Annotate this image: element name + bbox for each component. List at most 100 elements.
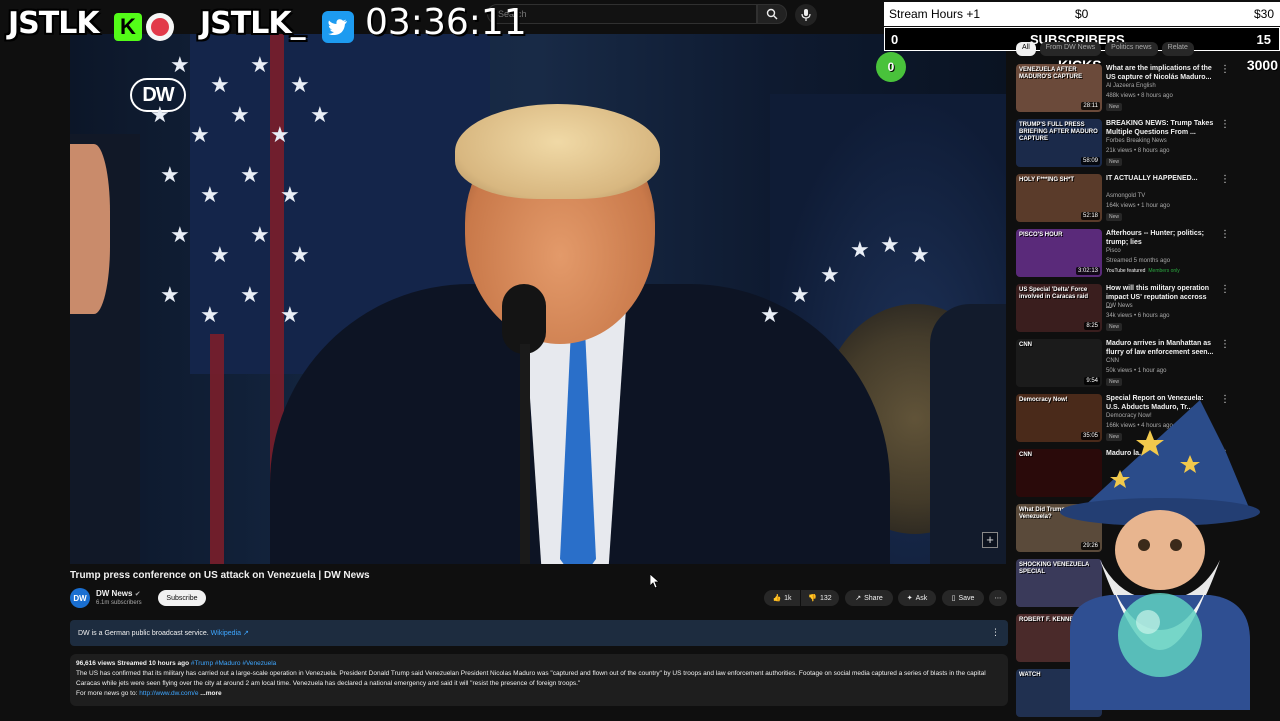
thumbnail-text: US Special 'Delta' Force involved in Car… — [1019, 287, 1089, 300]
recommendation-channel: DW News — [1106, 303, 1133, 309]
flag-star-icon: ★ — [910, 242, 930, 267]
flag-star-icon: ★ — [250, 52, 270, 77]
wizard-avatar — [1060, 400, 1260, 710]
channel-name-text[interactable]: DW News — [96, 589, 132, 598]
info-panel-text: DW is a German public broadcast service.… — [78, 630, 249, 637]
kebab-icon[interactable]: ⋮ — [1220, 174, 1230, 185]
like-count: 1k — [784, 594, 792, 602]
recommendation-badge: New — [1106, 213, 1123, 221]
video-thumbnail[interactable]: PISCO'S HOUR 3:02:13 — [1016, 229, 1102, 277]
dw-link[interactable]: http://www.dw.com/e — [139, 690, 198, 697]
recommendation-meta: 164k views • 1 hour ago — [1106, 203, 1170, 209]
wikipedia-link[interactable]: Wikipedia — [211, 630, 241, 637]
search-button[interactable] — [757, 4, 787, 24]
video-thumbnail[interactable]: US Special 'Delta' Force involved in Car… — [1016, 284, 1102, 332]
recommendation-channel: Asmongold TV — [1106, 193, 1146, 199]
twitter-icon — [322, 11, 354, 43]
flag-star-icon: ★ — [280, 182, 300, 207]
search-input[interactable]: Search — [487, 4, 757, 24]
subscribers-current: 0 — [891, 32, 899, 47]
share-icon: ↗ — [855, 595, 862, 602]
chip-related[interactable]: Relate — [1161, 42, 1194, 56]
save-button[interactable]: ▯ Save — [942, 590, 984, 606]
voice-search-button[interactable] — [795, 4, 817, 26]
kicks-current: 0 — [876, 52, 906, 82]
like-button[interactable]: 👍 1k — [764, 590, 800, 606]
description-more-news: For more news go to: http://www.dw.com/e… — [76, 690, 222, 697]
recommendation-item[interactable]: VENEZUELA AFTER MADURO'S CAPTURE 28:11 Wha… — [1016, 64, 1280, 116]
recommendation-item[interactable]: CNN 9:54 Maduro arrives in Manhattan as fl… — [1016, 339, 1280, 391]
ask-button[interactable]: ✦ Ask — [898, 590, 936, 606]
description-meta: 96,616 views Streamed 10 hours ago #Trum… — [76, 660, 277, 667]
chip-from-dw-news[interactable]: From DW News — [1039, 42, 1102, 56]
badge-label: New — [1109, 214, 1120, 220]
sparkle-icon: ✦ — [906, 595, 913, 602]
description-tags[interactable]: #Trump #Maduro #Venezuela — [191, 660, 276, 667]
flag-star-icon: ★ — [210, 242, 230, 267]
thumbs-down-icon: 👎 — [808, 595, 818, 602]
video-player[interactable]: DW + ★ ★ ★ ★ ★ ★ ★ ★ ★ ★ ★ ★ ★ ★ ★ ★ ★ ★ ★ ★ ★ ★ ★ ★ ★ ★ ★ — [70, 34, 1006, 564]
share-label: Share — [864, 594, 883, 602]
video-thumbnail[interactable]: HOLY F***ING SH*T 52:18 — [1016, 174, 1102, 222]
thumbnail-text: HOLY F***ING SH*T — [1019, 177, 1075, 183]
recommendation-item[interactable]: PISCO'S HOUR 3:02:13 Afterhours -- Hunter;… — [1016, 229, 1280, 281]
video-thumbnail[interactable]: CNN 9:54 — [1016, 339, 1102, 387]
show-more-button[interactable]: ...more — [200, 690, 221, 697]
share-button[interactable]: ↗ Share — [845, 590, 893, 606]
stream-hours-mid: $0 — [1075, 7, 1089, 21]
flag-star-icon: ★ — [210, 72, 230, 97]
ask-label: Ask — [915, 594, 928, 602]
chip-all[interactable]: All — [1016, 42, 1036, 56]
kebab-icon[interactable]: ⋮ — [1220, 284, 1230, 295]
recommendation-item[interactable]: US Special 'Delta' Force involved in Car… — [1016, 284, 1280, 336]
flag-star-icon: ★ — [190, 122, 210, 147]
microphone-icon — [801, 9, 811, 21]
channel-subscribers: 6.1m subscribers — [96, 600, 142, 606]
video-thumbnail[interactable]: VENEZUELA AFTER MADURO'S CAPTURE 28:11 — [1016, 64, 1102, 112]
filter-chips: All From DW News Politics news Relate — [1016, 42, 1226, 56]
recommendation-badge: New — [1106, 103, 1123, 111]
badge-label: New — [1109, 324, 1120, 330]
recommendation-badge: YouTube featured Members only — [1106, 268, 1180, 274]
chip-politics-news[interactable]: Politics news — [1105, 42, 1158, 56]
recommendation-item[interactable]: HOLY F***ING SH*T 52:18 IT ACTUALLY HAPPEN… — [1016, 174, 1280, 226]
video-description[interactable]: 96,616 views Streamed 10 hours ago #Trum… — [70, 654, 1008, 706]
channel-name[interactable]: DW News ✔ — [96, 589, 141, 598]
channel-avatar[interactable]: DW — [70, 588, 90, 608]
video-duration: 52:18 — [1080, 212, 1100, 220]
kebab-icon[interactable]: ⋮ — [1220, 119, 1230, 130]
background-person-face — [70, 144, 110, 314]
kebab-icon[interactable]: ⋮ — [991, 627, 1000, 638]
search-icon — [766, 8, 778, 20]
subscribe-button[interactable]: Subscribe — [158, 590, 206, 606]
brand-logo-right: JSTLK_ — [200, 6, 306, 41]
flag-star-icon: ★ — [230, 102, 250, 127]
recommendation-badge: New — [1106, 323, 1123, 331]
stream-hours-max: $30 — [1253, 7, 1274, 21]
flag-star-icon: ★ — [280, 302, 300, 327]
flag-star-icon: ★ — [150, 102, 170, 127]
mouse-cursor-icon — [650, 574, 660, 588]
save-label: Save — [958, 594, 975, 602]
video-thumbnail[interactable]: TRUMP'S FULL PRESS BRIEFING AFTER MADURO… — [1016, 119, 1102, 167]
record-dot — [151, 18, 169, 36]
recommendation-item[interactable]: TRUMP'S FULL PRESS BRIEFING AFTER MADURO… — [1016, 119, 1280, 171]
bird-icon — [328, 19, 347, 35]
speaker-hair — [455, 104, 660, 199]
kebab-icon[interactable]: ⋮ — [1220, 229, 1230, 240]
recommendation-meta: 34k views • 6 hours ago — [1106, 313, 1170, 319]
external-link-icon: ↗ — [242, 630, 249, 637]
flag-star-icon: ★ — [170, 222, 190, 247]
video-duration: 3:02:13 — [1075, 267, 1100, 275]
wizard-eye — [1138, 539, 1150, 551]
dislike-button[interactable]: 👎 132 — [801, 590, 839, 606]
recommendation-title: Afterhours -- Hunter; politics; trump; l… — [1106, 230, 1204, 246]
kebab-icon[interactable]: ⋮ — [1220, 339, 1230, 350]
wizard-face — [1115, 510, 1205, 590]
more-actions-button[interactable]: ⋯ — [989, 590, 1007, 606]
flag-star-icon: ★ — [310, 102, 330, 127]
badge-label: New — [1109, 159, 1120, 165]
video-duration: 58:09 — [1080, 157, 1100, 165]
add-icon[interactable]: + — [982, 532, 998, 548]
kebab-icon[interactable]: ⋮ — [1220, 64, 1230, 75]
